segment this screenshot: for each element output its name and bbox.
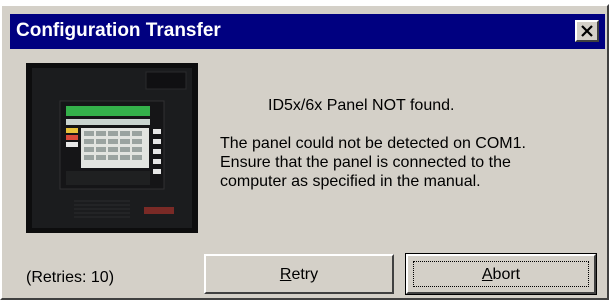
title-bar[interactable]: Configuration Transfer	[10, 14, 605, 49]
message-heading: ID5x/6x Panel NOT found.	[268, 97, 455, 114]
close-button[interactable]	[575, 20, 599, 42]
retries-counter: (Retries: 10)	[26, 269, 115, 286]
retry-label-rest: etry	[291, 266, 319, 283]
message-line: Ensure that the panel is connected to th…	[220, 154, 511, 171]
fire-panel-illustration	[26, 63, 198, 233]
abort-button-label: Abort	[408, 265, 594, 285]
message-line: The panel could not be detected on COM1.	[220, 135, 526, 152]
fire-panel-image	[26, 63, 198, 233]
dialog-title: Configuration Transfer	[16, 20, 221, 41]
retry-mnemonic: R	[279, 266, 292, 283]
abort-label-rest: bort	[492, 266, 521, 283]
retry-button[interactable]: Retry	[204, 254, 394, 294]
abort-button[interactable]: Abort	[405, 253, 597, 295]
message-body: The panel could not be detected on COM1.…	[220, 134, 595, 191]
message-line: computer as specified in the manual.	[220, 173, 481, 190]
close-icon	[581, 25, 593, 37]
abort-mnemonic: A	[481, 266, 493, 283]
configuration-transfer-dialog: Configuration Transfer ID5x/6x Panel NOT…	[0, 4, 609, 300]
retry-button-label: Retry	[206, 265, 392, 285]
